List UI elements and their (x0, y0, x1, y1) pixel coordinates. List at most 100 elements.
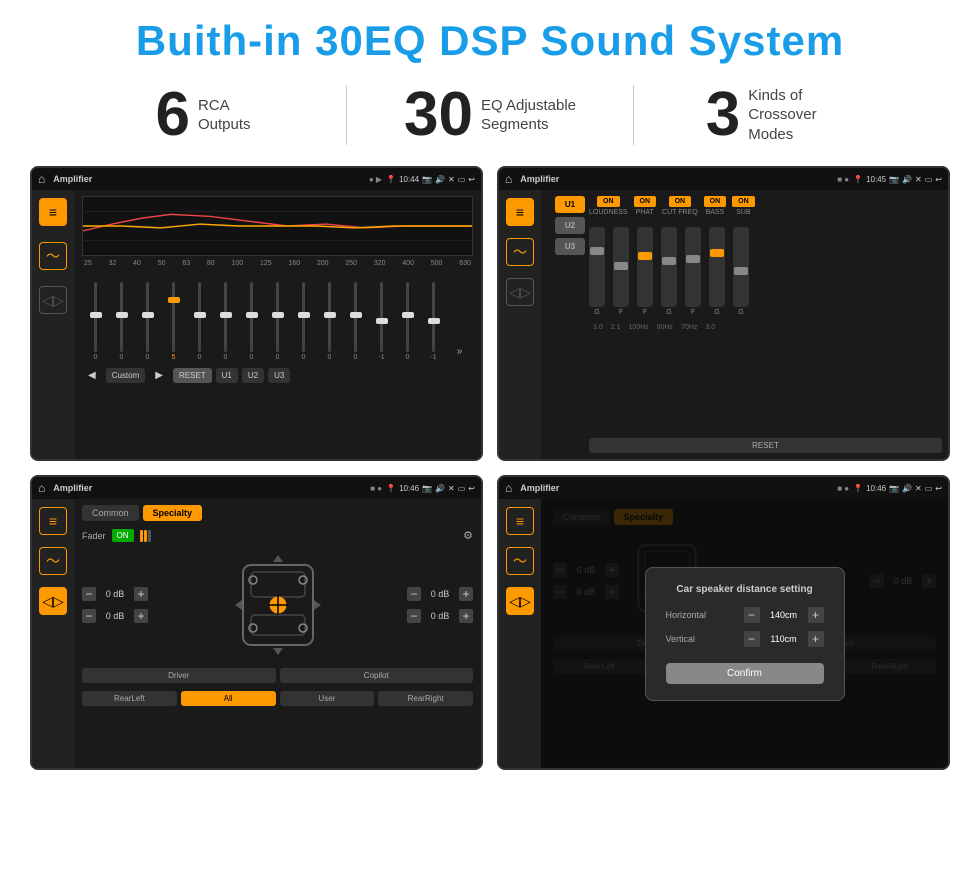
eq-custom-button[interactable]: Custom (106, 368, 146, 383)
dialog-horizontal-minus[interactable]: − (744, 607, 760, 623)
slider-cutfreq-g[interactable]: G (661, 227, 677, 316)
eq-slider-6[interactable]: 0 (240, 282, 263, 361)
eq-reset-button[interactable]: RESET (173, 368, 212, 383)
eq-slider-0[interactable]: 0 (84, 282, 107, 361)
confirm-button[interactable]: Confirm (666, 663, 824, 684)
app-label-2: Amplifier (520, 174, 833, 184)
eq-slider-2[interactable]: 0 (136, 282, 159, 361)
sp-speaker-icon[interactable]: ◁▷ (39, 587, 67, 615)
amp-sliders: G F F G (589, 220, 942, 320)
vol-rr-plus[interactable]: + (459, 609, 473, 623)
eq-u1-button[interactable]: U1 (216, 368, 238, 383)
status-icons-3: 📍 10:46 📷 🔊 ✕ ▭ ↩ (386, 484, 475, 493)
sp-vol-fl: − 0 dB + (82, 587, 148, 601)
fader-bar-1 (140, 530, 143, 542)
eq-slider-12[interactable]: 0 (396, 282, 419, 361)
sp4-eq-icon[interactable]: ≡ (506, 507, 534, 535)
slider-sub[interactable]: G (733, 227, 749, 316)
wave-icon-2[interactable]: 〜 (506, 238, 534, 266)
vol-fr-minus[interactable]: − (407, 587, 421, 601)
eq-slider-13[interactable]: -1 (422, 282, 445, 361)
screen-distance: ⌂ Amplifier ■ ● 📍 10:46 📷 🔊 ✕ ▭ ↩ ≡ 〜 ◁▷ (497, 475, 950, 770)
speaker-icon-2[interactable]: ◁▷ (506, 278, 534, 306)
eq-play-button[interactable]: ▶ (149, 367, 169, 384)
eq-slider-1[interactable]: 0 (110, 282, 133, 361)
home-icon-4[interactable]: ⌂ (505, 481, 512, 495)
sub-control: ON SUB (732, 196, 755, 216)
screen-amp: ⌂ Amplifier ■ ● 📍 10:45 📷 🔊 ✕ ▭ ↩ ≡ 〜 ◁▷ (497, 166, 950, 461)
sp-tab-specialty[interactable]: Specialty (143, 505, 203, 521)
vol-fl-plus[interactable]: + (134, 587, 148, 601)
eq-slider-3[interactable]: 5 (162, 282, 185, 361)
vol-rr-minus[interactable]: − (407, 609, 421, 623)
bass-toggle[interactable]: ON (704, 196, 727, 207)
eq-slider-4[interactable]: 0 (188, 282, 211, 361)
sp4-wave-icon[interactable]: 〜 (506, 547, 534, 575)
sub-toggle[interactable]: ON (732, 196, 755, 207)
amp-reset-button[interactable]: RESET (589, 438, 942, 453)
slider-loudness[interactable]: G (589, 227, 605, 316)
cutfreq-label: CUT FREQ (662, 209, 698, 216)
cutfreq-toggle[interactable]: ON (669, 196, 692, 207)
eq-icon-2[interactable]: ≡ (506, 198, 534, 226)
fader-toggle[interactable]: ON (112, 529, 134, 542)
amp-u2-button[interactable]: U2 (555, 217, 585, 234)
stat-rca-label: RCAOutputs (198, 96, 251, 135)
slider-bass-f[interactable]: F (685, 227, 701, 316)
vol-fr-plus[interactable]: + (459, 587, 473, 601)
eq-u3-button[interactable]: U3 (268, 368, 290, 383)
dialog-vertical-label: Vertical (666, 634, 738, 644)
sp-wave-icon[interactable]: 〜 (39, 547, 67, 575)
amp-u1-button[interactable]: U1 (555, 196, 585, 213)
eq-freq-labels: 2532 4050 6380 100125 160200 250320 4005… (82, 260, 473, 267)
sp-rearright-button[interactable]: RearRight (378, 691, 473, 706)
sp-eq-icon[interactable]: ≡ (39, 507, 67, 535)
eq-slider-7[interactable]: 0 (266, 282, 289, 361)
loudness-toggle[interactable]: ON (597, 196, 620, 207)
vol-fr-val: 0 dB (425, 589, 455, 599)
eq-slider-14[interactable]: » (448, 346, 471, 361)
status-bar-2: ⌂ Amplifier ■ ● 📍 10:45 📷 🔊 ✕ ▭ ↩ (499, 168, 948, 190)
eq-slider-5[interactable]: 0 (214, 282, 237, 361)
sp4-speaker-icon[interactable]: ◁▷ (506, 587, 534, 615)
speaker-icon[interactable]: ◁▷ (39, 286, 67, 314)
dialog-vertical-minus[interactable]: − (744, 631, 760, 647)
eq-u2-button[interactable]: U2 (242, 368, 264, 383)
slider-phat[interactable]: F (613, 227, 629, 316)
screen3-content: ≡ 〜 ◁▷ Common Specialty Fader ON (32, 499, 481, 768)
vol-fl-minus[interactable]: − (82, 587, 96, 601)
slider-cutfreq-f[interactable]: F (637, 227, 653, 316)
vol-rl-plus[interactable]: + (134, 609, 148, 623)
status-icons-4: 📍 10:46 📷 🔊 ✕ ▭ ↩ (853, 484, 942, 493)
eq-slider-9[interactable]: 0 (318, 282, 341, 361)
eq-slider-8[interactable]: 0 (292, 282, 315, 361)
sp-fader-row: Fader ON ⚙ (82, 529, 473, 542)
dialog-vertical-plus[interactable]: + (808, 631, 824, 647)
sp-tab-common[interactable]: Common (82, 505, 139, 521)
sp-tabs: Common Specialty (82, 505, 473, 521)
eq-slider-10[interactable]: 0 (344, 282, 367, 361)
sp-driver-button[interactable]: Driver (82, 668, 276, 683)
home-icon-1[interactable]: ⌂ (38, 172, 45, 186)
sp-vol-right: − 0 dB + − 0 dB + (407, 587, 473, 623)
wave-icon[interactable]: 〜 (39, 242, 67, 270)
home-icon-2[interactable]: ⌂ (505, 172, 512, 186)
eq-icon[interactable]: ≡ (39, 198, 67, 226)
sp-user-button[interactable]: User (280, 691, 375, 706)
eq-prev-button[interactable]: ◀ (82, 367, 102, 384)
sp-all-button[interactable]: All (181, 691, 276, 706)
main-title: Buith-in 30EQ DSP Sound System (20, 18, 960, 64)
vol-fl-val: 0 dB (100, 589, 130, 599)
slider-bass-g[interactable]: G (709, 227, 725, 316)
dialog-horizontal-plus[interactable]: + (808, 607, 824, 623)
sp-top-buttons: Driver Copilot (82, 668, 473, 683)
sp-rearleft-button[interactable]: RearLeft (82, 691, 177, 706)
car-svg (233, 550, 323, 660)
sp-copilot-button[interactable]: Copilot (280, 668, 474, 683)
amp-u3-button[interactable]: U3 (555, 238, 585, 255)
vol-rl-minus[interactable]: − (82, 609, 96, 623)
phat-toggle[interactable]: ON (634, 196, 657, 207)
settings-icon[interactable]: ⚙ (463, 529, 473, 542)
eq-slider-11[interactable]: -1 (370, 282, 393, 361)
home-icon-3[interactable]: ⌂ (38, 481, 45, 495)
